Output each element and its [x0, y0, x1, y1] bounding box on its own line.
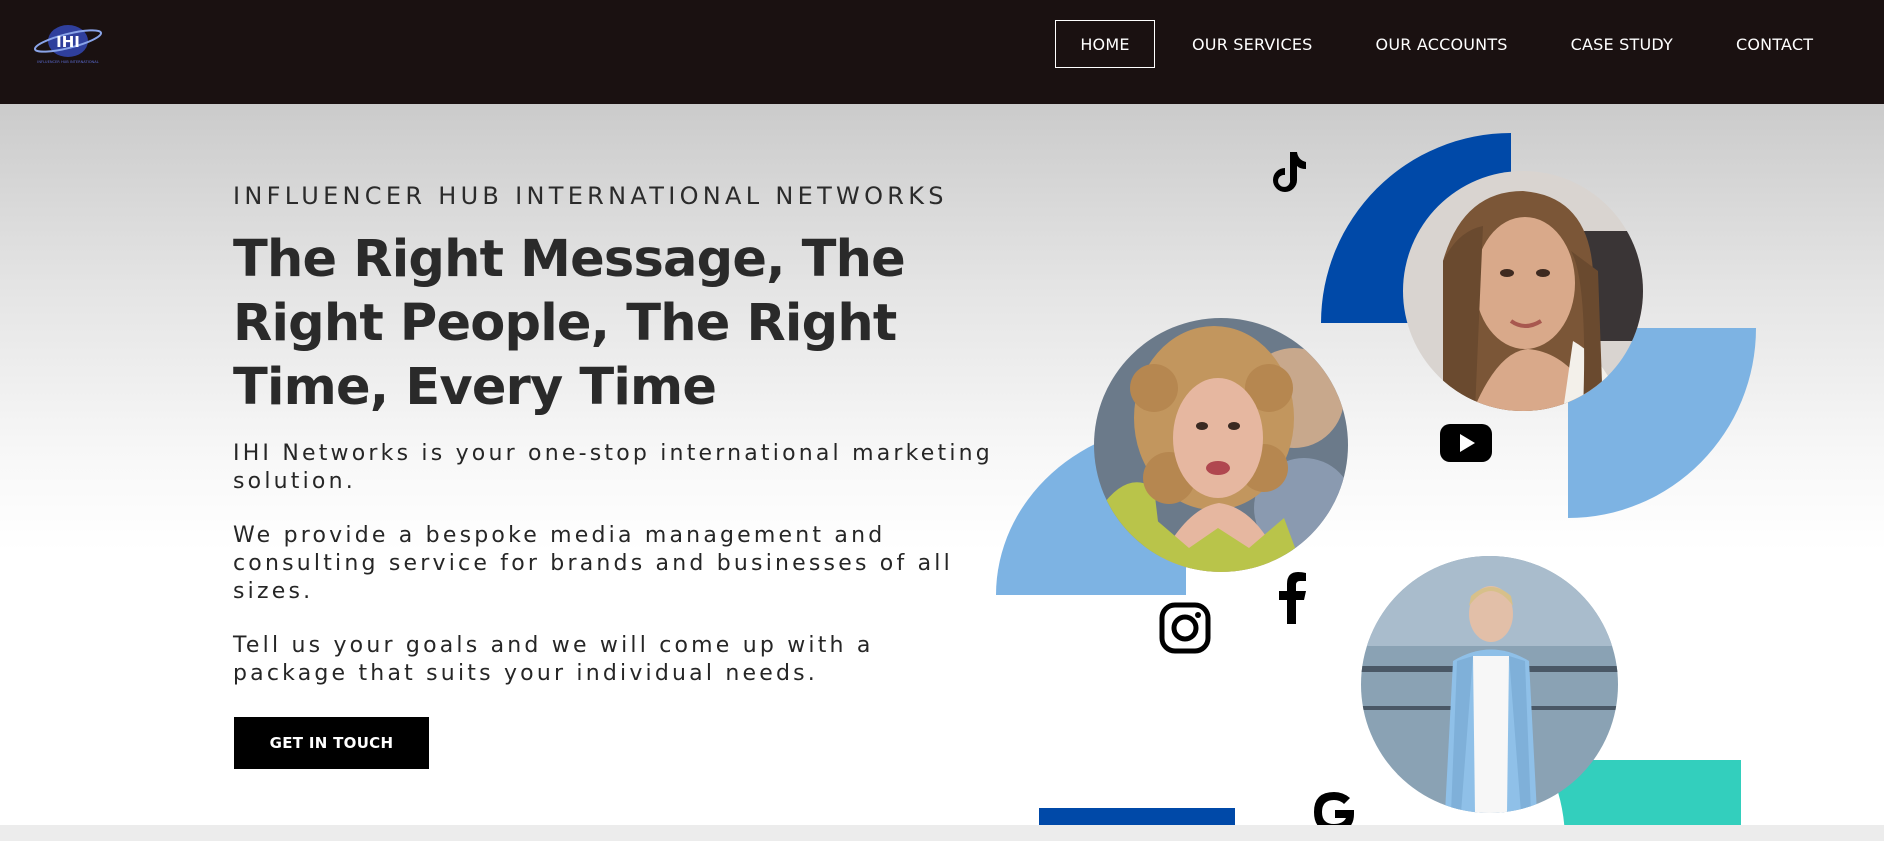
hero-headline: The Right Message, The Right People, The…	[233, 230, 906, 417]
site-header: IHI INFLUENCER HUB INTERNATIONAL HOME OU…	[0, 0, 1884, 104]
youtube-icon	[1440, 424, 1492, 462]
influencer-photo-blazer	[1361, 556, 1618, 813]
google-icon	[1310, 790, 1358, 825]
influencer-photo-brunette	[1403, 171, 1643, 411]
hero-paragraph-intro: IHI Networks is your one-stop internatio…	[233, 441, 993, 494]
nav-case-study-link[interactable]: CASE STUDY	[1571, 20, 1673, 68]
ihi-logo[interactable]: IHI INFLUENCER HUB INTERNATIONAL	[32, 22, 104, 66]
dark-blue-bar-shape	[1039, 808, 1235, 825]
hero-paragraph-goals: Tell us your goals and we will come up w…	[233, 633, 874, 686]
nav-home-link[interactable]: HOME	[1055, 20, 1155, 68]
hero-paragraph-services: We provide a bespoke media management an…	[233, 523, 953, 604]
facebook-icon	[1276, 572, 1308, 624]
main-nav: HOME OUR SERVICES OUR ACCOUNTS CASE STUD…	[1055, 20, 1813, 68]
influencer-photo-curly	[1094, 318, 1348, 572]
nav-our-accounts-link[interactable]: OUR ACCOUNTS	[1376, 20, 1508, 68]
hero-section: INFLUENCER HUB INTERNATIONAL NETWORKS Th…	[0, 104, 1884, 825]
get-in-touch-button[interactable]: GET IN TOUCH	[234, 717, 429, 769]
footer-strip	[0, 825, 1884, 841]
nav-contact-link[interactable]: CONTACT	[1736, 20, 1813, 68]
nav-our-services-link[interactable]: OUR SERVICES	[1192, 20, 1313, 68]
hero-eyebrow: INFLUENCER HUB INTERNATIONAL NETWORKS	[233, 182, 948, 210]
svg-text:INFLUENCER HUB INTERNATIONAL: INFLUENCER HUB INTERNATIONAL	[37, 60, 98, 64]
tiktok-icon	[1270, 150, 1308, 194]
instagram-icon	[1159, 602, 1211, 654]
svg-text:IHI: IHI	[56, 33, 80, 51]
